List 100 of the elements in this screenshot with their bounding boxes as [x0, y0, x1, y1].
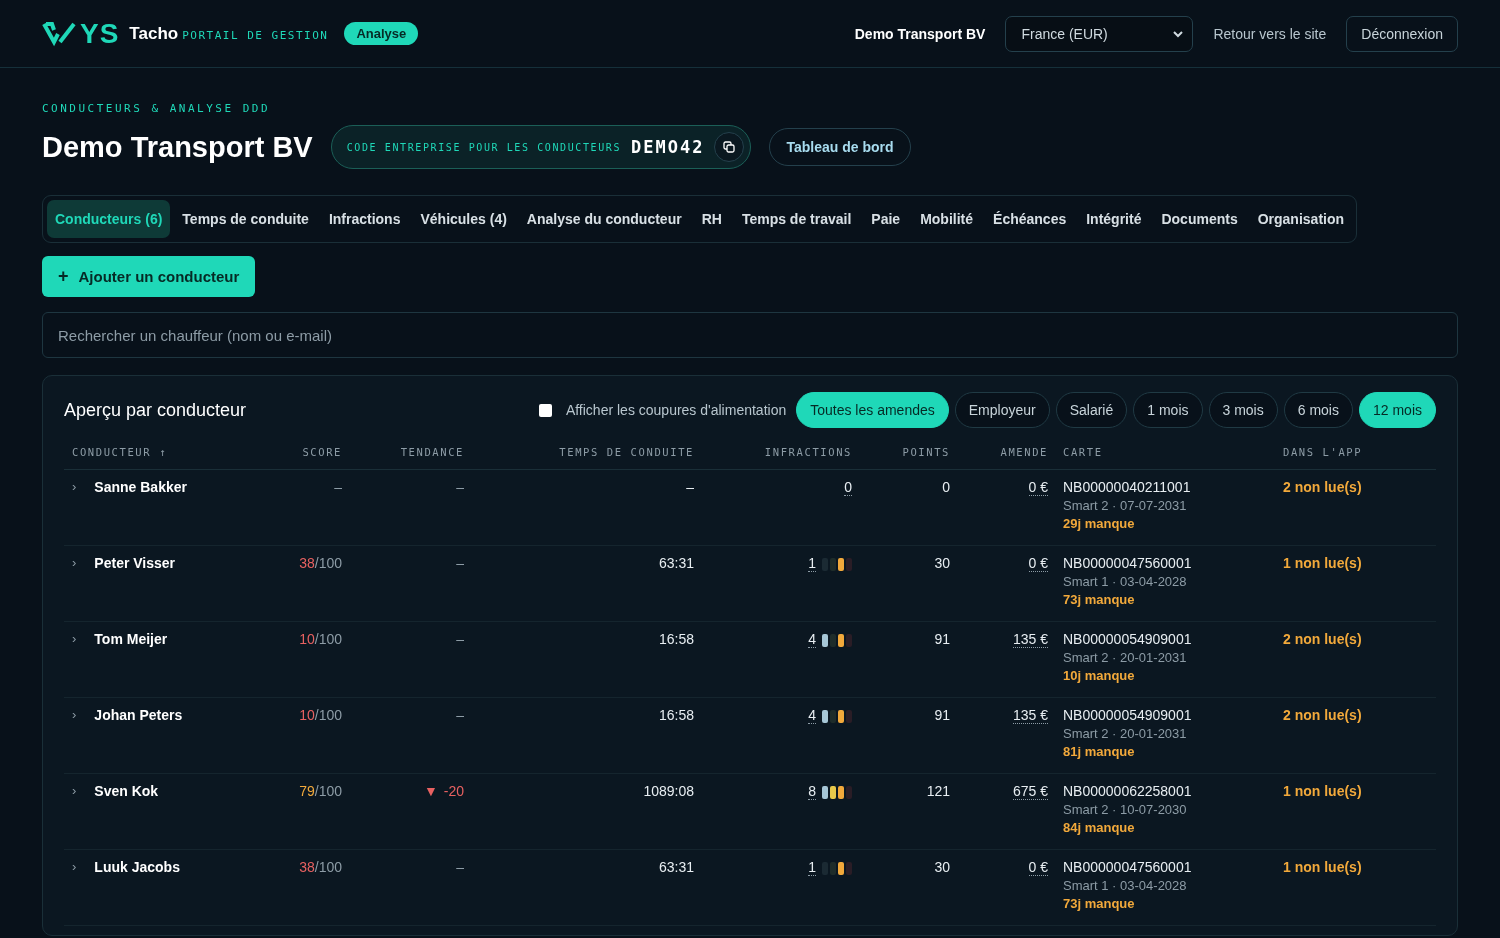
nav-tab[interactable]: Infractions [320, 200, 409, 238]
mode-badge: Analyse [344, 22, 419, 45]
infraction-count[interactable]: 8 [808, 783, 816, 800]
driving-time: 1089:08 [643, 783, 694, 799]
expand-chevron[interactable]: › [72, 783, 77, 798]
region-select[interactable]: France (EUR) [1005, 15, 1194, 52]
card-missing-days: 10j manque [1063, 668, 1283, 683]
fine-amount[interactable]: 0 € [1028, 555, 1048, 572]
column-header: AMENDE [999, 446, 1048, 458]
column-header[interactable]: CONDUCTEUR ↑ [64, 446, 294, 458]
app-unread-status: 1 non lue(s) [1283, 859, 1362, 875]
expand-chevron[interactable]: › [72, 555, 77, 570]
column-header: CARTE [1062, 446, 1104, 458]
card-number: NB00000054909001 [1063, 631, 1193, 647]
code-label: CODE ENTREPRISE POUR LES CONDUCTEURS [346, 141, 622, 153]
driver-name: Peter Visser [94, 555, 176, 571]
trend-value: -20 [443, 783, 464, 799]
fine-amount[interactable]: 0 € [1028, 859, 1048, 876]
nav-tab[interactable]: RH [693, 200, 730, 238]
fine-amount[interactable]: 135 € [1012, 707, 1048, 724]
card-number: NB00000040211001 [1063, 479, 1192, 495]
score-value: 38 [299, 859, 315, 875]
driver-name: Tom Meijer [94, 631, 168, 647]
nav-tab[interactable]: Documents [1153, 200, 1246, 238]
card-number: NB00000047560001 [1063, 555, 1193, 571]
app-unread-status: 2 non lue(s) [1283, 707, 1362, 723]
nav-tab[interactable]: Temps de conduite [174, 200, 317, 238]
fine-amount[interactable]: 675 € [1012, 783, 1048, 800]
severity-bars-icon [822, 862, 852, 875]
score-max: /100 [314, 631, 342, 647]
driver-name: Luuk Jacobs [94, 859, 180, 875]
points-value: 121 [926, 783, 950, 799]
score-value: – [334, 479, 342, 495]
company-name: Demo Transport BV [854, 25, 986, 42]
infraction-count[interactable]: 1 [808, 859, 816, 876]
score-max: /100 [314, 783, 342, 799]
card-missing-days: 81j manque [1063, 744, 1283, 759]
expand-chevron[interactable]: › [72, 631, 77, 646]
infraction-count[interactable]: 1 [808, 555, 816, 572]
severity-bars-icon [822, 634, 852, 647]
checkbox[interactable] [538, 403, 552, 417]
infraction-count[interactable]: 0 [844, 479, 852, 496]
score-value: 10 [299, 707, 315, 723]
card-info: Smart 1 · 03-04-2028 [1063, 574, 1188, 589]
column-header: INFRACTIONS [763, 446, 852, 458]
product-name: Tacho [129, 23, 179, 44]
app-unread-status: 1 non lue(s) [1283, 555, 1362, 571]
driving-time: 16:58 [658, 707, 694, 723]
card-info: Smart 2 · 10-07-2030 [1063, 802, 1188, 817]
add-driver-button[interactable]: + Ajouter un conducteur [42, 256, 256, 297]
score-max: /100 [314, 555, 342, 571]
checkbox-label: Afficher les coupures d'alimentation [565, 402, 787, 418]
back-link[interactable]: Retour vers le site [1213, 25, 1327, 42]
nav-tab[interactable]: Échéances [985, 200, 1075, 238]
app-unread-status: 1 non lue(s) [1283, 783, 1362, 799]
column-header: TENDANCE [399, 446, 464, 458]
trend-value: – [456, 555, 464, 571]
nav-tab[interactable]: Temps de travail [733, 200, 860, 238]
severity-bars-icon [822, 786, 852, 799]
score-value: 10 [299, 631, 315, 647]
score-max: /100 [314, 707, 342, 723]
period-chip[interactable]: 12 mois [1358, 392, 1436, 428]
infraction-count[interactable]: 4 [808, 631, 816, 648]
fine-amount[interactable]: 135 € [1012, 631, 1048, 648]
card-number: NB00000054909001 [1063, 707, 1193, 723]
fine-filter-chip[interactable]: Salarié [1055, 392, 1128, 428]
column-header: POINTS [901, 446, 950, 458]
nav-tab[interactable]: Conducteurs (6) [47, 200, 171, 238]
trend-value: – [456, 631, 464, 647]
card-number: NB00000047560001 [1063, 859, 1193, 875]
infraction-count[interactable]: 4 [808, 707, 816, 724]
trend-value: – [456, 859, 464, 875]
trend-value: – [456, 707, 464, 723]
period-chip[interactable]: 6 mois [1283, 392, 1353, 428]
period-chip[interactable]: 1 mois [1133, 392, 1203, 428]
points-value: 91 [934, 631, 950, 647]
column-header: SCORE [301, 446, 342, 458]
expand-chevron[interactable]: › [72, 859, 77, 874]
copy-button[interactable] [714, 132, 745, 162]
nav-tab[interactable]: Intégrité [1078, 200, 1150, 238]
driving-time: 63:31 [658, 859, 694, 875]
logout-button[interactable]: Déconnexion [1346, 15, 1458, 52]
app-unread-status: 2 non lue(s) [1283, 631, 1362, 647]
nav-tab[interactable]: Paie [863, 200, 909, 238]
search-field[interactable]: Rechercher un chauffeur (nom ou e-mail) [42, 312, 1458, 358]
points-value: 30 [934, 555, 950, 571]
fine-filter-chip[interactable]: Employeur [954, 392, 1050, 428]
score-max: /100 [314, 859, 342, 875]
nav-tab[interactable]: Organisation [1249, 200, 1353, 238]
fine-amount[interactable]: 0 € [1028, 479, 1048, 496]
period-chip[interactable]: 3 mois [1208, 392, 1278, 428]
expand-chevron[interactable]: › [72, 707, 77, 722]
fine-filter-chip[interactable]: Toutes les amendes [796, 392, 949, 428]
card-missing-days: 29j manque [1063, 516, 1283, 531]
driver-name: Sven Kok [94, 783, 159, 799]
nav-tab[interactable]: Véhicules (4) [412, 200, 515, 238]
severity-bars-icon [822, 710, 852, 723]
nav-tab[interactable]: Mobilité [912, 200, 982, 238]
expand-chevron[interactable]: › [72, 479, 77, 494]
nav-tab[interactable]: Analyse du conducteur [518, 200, 690, 238]
